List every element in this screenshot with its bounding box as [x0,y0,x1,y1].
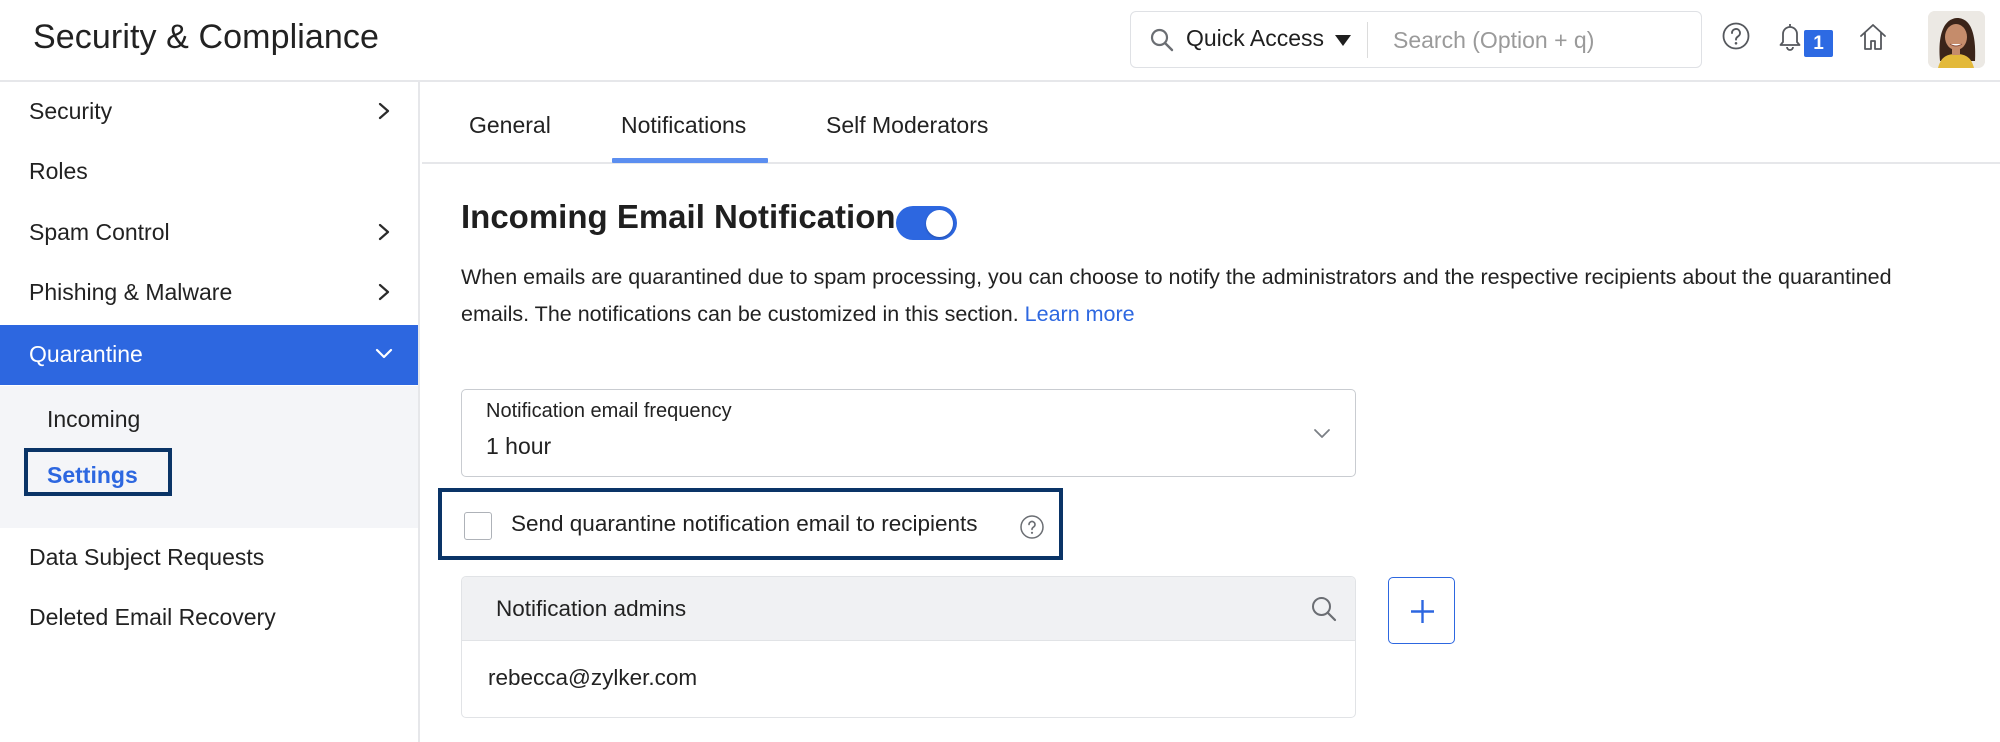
chevron-right-icon [378,102,390,120]
divider [1367,22,1368,58]
search-input[interactable] [1393,22,1683,58]
section-description: When emails are quarantined due to spam … [461,259,1931,333]
help-icon[interactable] [1019,514,1045,540]
help-icon[interactable] [1720,20,1754,54]
description-text: When emails are quarantined due to spam … [461,265,1892,326]
toggle-knob [926,210,953,237]
notification-count-badge[interactable]: 1 [1804,30,1833,57]
tab-self-moderators[interactable]: Self Moderators [826,112,988,139]
admins-title: Notification admins [496,596,687,621]
incoming-notification-toggle[interactable] [896,206,957,240]
bell-icon[interactable] [1774,20,1808,54]
sidebar-item-data-subject-requests[interactable]: Data Subject Requests [0,528,418,588]
sidebar-item-quarantine[interactable]: Quarantine [0,325,418,385]
send-to-recipients-label[interactable]: Send quarantine notification email to re… [511,511,978,537]
add-admin-button[interactable] [1388,577,1455,644]
chevron-down-icon [375,348,393,359]
top-header: Security & Compliance Quick Access 1 [0,0,2000,82]
quick-access-search-bar[interactable]: Quick Access [1130,11,1702,68]
chevron-right-icon [378,283,390,301]
submenu-item-incoming[interactable]: Incoming [47,406,140,433]
avatar[interactable] [1928,11,1985,68]
sidebar-item-label: Spam Control [29,219,170,245]
plus-icon [1411,600,1434,623]
search-icon [1149,27,1175,53]
admins-header: Notification admins [462,577,1355,641]
tab-notifications[interactable]: Notifications [621,112,746,139]
sidebar-item-label: Deleted Email Recovery [29,604,276,630]
frequency-label: Notification email frequency [486,400,732,422]
send-to-recipients-option: Send quarantine notification email to re… [438,488,1063,560]
sidebar-item-deleted-email-recovery[interactable]: Deleted Email Recovery [0,588,418,648]
admin-email: rebecca@zylker.com [488,665,698,690]
submenu-item-settings[interactable]: Settings [47,462,138,489]
frequency-value: 1 hour [486,433,552,459]
admin-list-item: rebecca@zylker.com [462,641,1355,717]
section-title: Incoming Email Notification [461,198,896,235]
quick-access-dropdown[interactable]: Quick Access [1186,25,1324,52]
sidebar-item-label: Security [29,98,113,124]
sidebar-item-label: Phishing & Malware [29,279,233,305]
sidebar-item-phishing-malware[interactable]: Phishing & Malware [0,263,418,323]
sidebar-item-label: Data Subject Requests [29,544,265,570]
quarantine-submenu: Incoming Settings [0,386,418,528]
caret-down-icon[interactable] [1335,35,1351,46]
tab-general[interactable]: General [469,112,551,139]
chevron-right-icon [378,223,390,241]
send-to-recipients-checkbox[interactable] [464,512,492,540]
sidebar-item-roles[interactable]: Roles [0,142,418,202]
sidebar-item-security[interactable]: Security [0,82,418,142]
sidebar-item-label: Quarantine [29,341,143,367]
notification-frequency-select[interactable]: Notification email frequency 1 hour [461,389,1356,477]
home-icon[interactable] [1856,20,1890,54]
tab-bar: General Notifications Self Moderators [422,82,2000,164]
search-icon[interactable] [1309,594,1339,624]
sidebar-item-label: Roles [29,158,88,184]
active-tab-indicator [612,158,768,163]
sidebar-item-spam-control[interactable]: Spam Control [0,203,418,263]
sidebar: Security Roles Spam Control Phishing & M… [0,82,420,742]
chevron-down-icon [1314,429,1330,438]
learn-more-link[interactable]: Learn more [1025,302,1135,326]
notification-admins-panel: Notification admins rebecca@zylker.com [461,576,1356,718]
app-title: Security & Compliance [33,18,380,56]
